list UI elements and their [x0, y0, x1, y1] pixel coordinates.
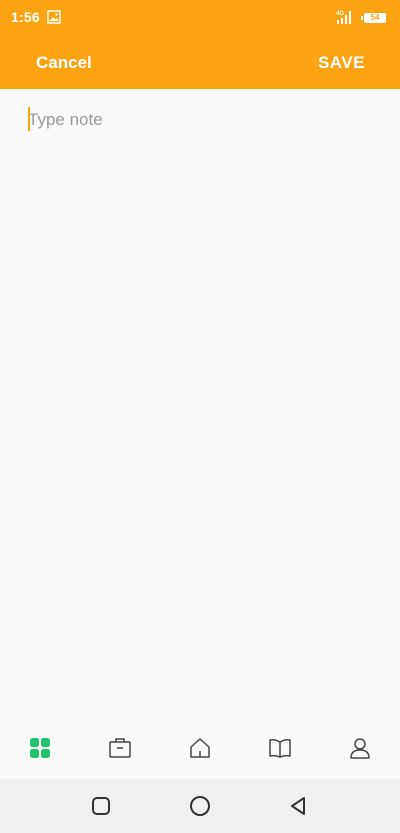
- app-header: 1:56 4G 54 Cancel SAVE: [0, 0, 400, 89]
- save-button[interactable]: SAVE: [318, 53, 365, 73]
- note-input[interactable]: [28, 105, 378, 135]
- cancel-button[interactable]: Cancel: [36, 53, 92, 73]
- image-notification-icon: [47, 10, 61, 24]
- home-icon[interactable]: [188, 736, 212, 760]
- signal-icon: 4G: [336, 11, 351, 24]
- briefcase-icon[interactable]: [108, 736, 132, 760]
- svg-text:4G: 4G: [336, 11, 344, 17]
- system-nav-bar: [0, 779, 400, 833]
- status-time: 1:56: [11, 9, 40, 25]
- back-triangle-icon[interactable]: [287, 795, 309, 817]
- square-icon[interactable]: [90, 795, 112, 817]
- grid-icon[interactable]: [28, 736, 52, 760]
- person-icon[interactable]: [348, 736, 372, 760]
- note-area[interactable]: [0, 89, 400, 719]
- battery-level: 54: [370, 13, 380, 22]
- book-icon[interactable]: [268, 736, 292, 760]
- text-caret: [28, 107, 30, 131]
- status-bar: 1:56 4G 54: [0, 0, 400, 34]
- bottom-nav: [0, 720, 400, 778]
- circle-icon[interactable]: [189, 795, 211, 817]
